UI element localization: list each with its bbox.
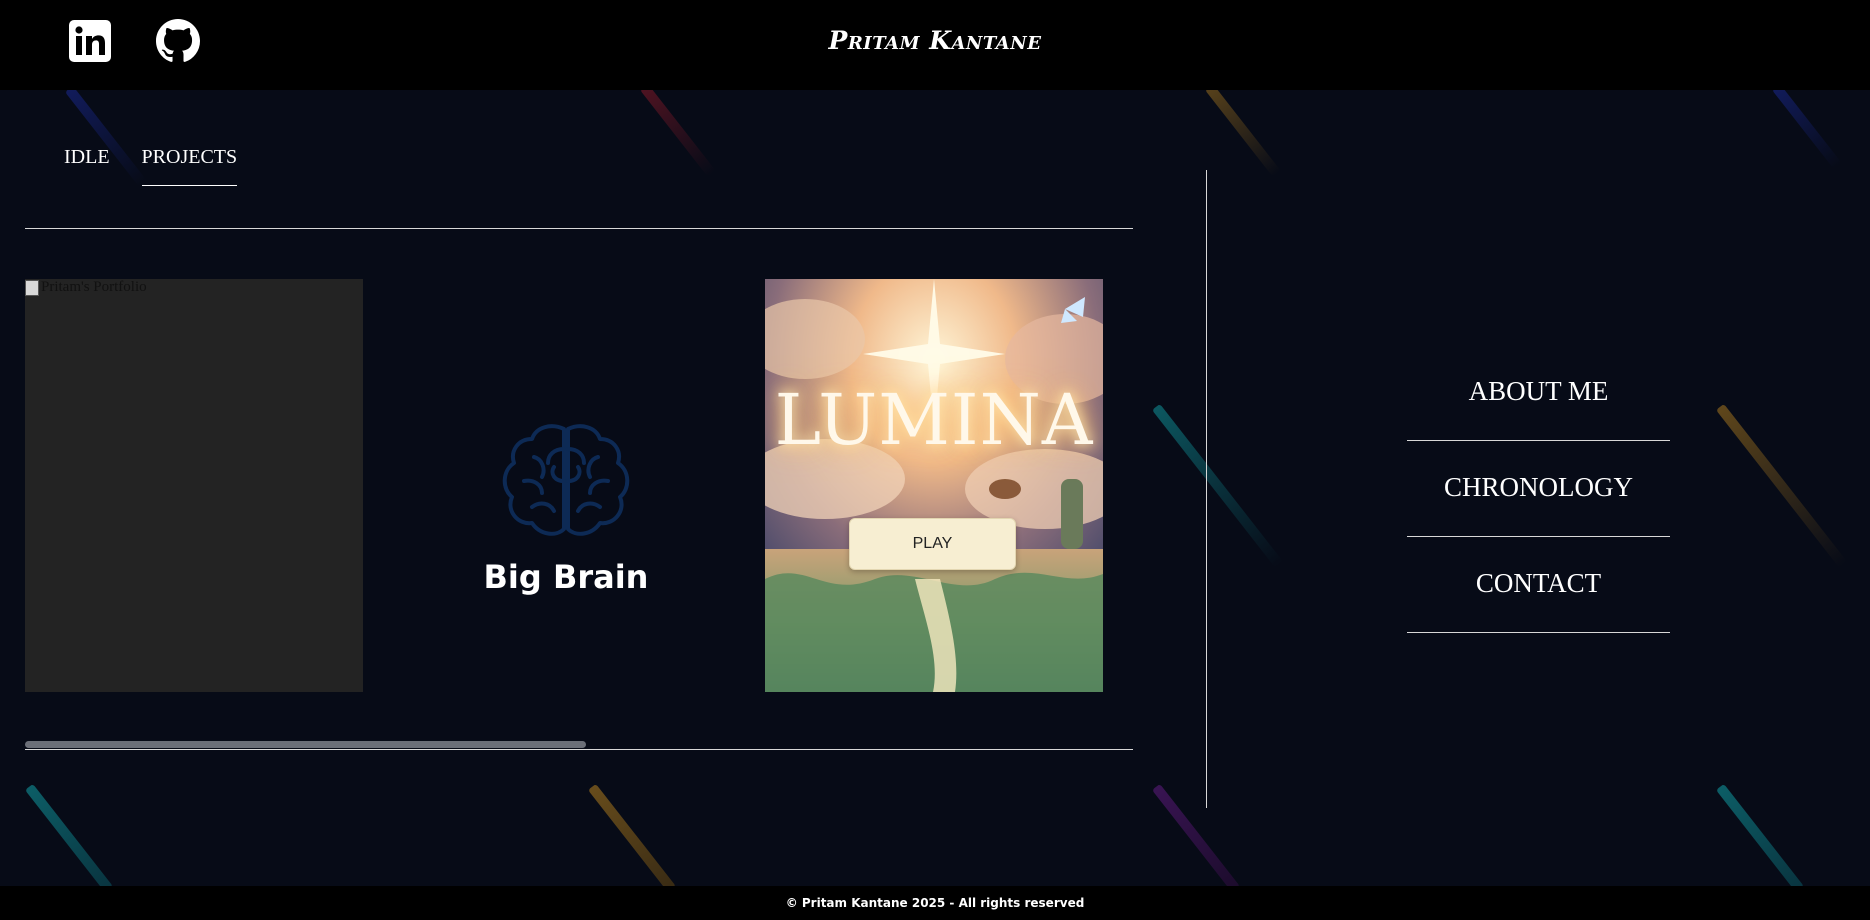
decor-streak [1772,83,1842,169]
decor-streak [1152,783,1240,893]
decor-streak [588,783,676,893]
project-card-lumina[interactable]: LUMINA PLAY [765,279,1103,692]
nav-contact[interactable]: CONTACT [1407,568,1670,599]
decor-streak [1716,783,1804,893]
nav-divider [1407,440,1670,441]
lumina-logo: LUMINA [774,379,1094,461]
decor-streak [1716,403,1848,568]
site-footer: © Pritam Kantane 2025 - All rights reser… [0,886,1870,920]
lumina-play-button[interactable]: PLAY [849,518,1016,570]
tab-bar: IDLE PROJECTS [64,146,238,186]
decor-streak [1205,83,1281,177]
brain-icon [502,424,630,536]
decor-streak [25,783,113,893]
divider-vertical [1206,170,1207,808]
nav-about-me[interactable]: ABOUT ME [1407,376,1670,407]
tab-projects[interactable]: PROJECTS [141,146,238,186]
site-brand[interactable]: Pritam Kantane [0,26,1870,55]
projects-scrollbar[interactable] [25,741,586,748]
nav-chronology[interactable]: CHRONOLOGY [1407,472,1670,503]
divider-top [25,228,1133,229]
decor-streak [1152,403,1284,568]
nav-divider [1407,536,1670,537]
project-card-portfolio[interactable]: Pritam's Portfolio [25,279,363,692]
broken-image: Pritam's Portfolio [25,279,147,296]
nav-divider [1407,632,1670,633]
decor-streak [640,83,716,177]
divider-bottom [25,749,1133,750]
site-header: Pritam Kantane [0,0,1870,90]
broken-image-icon [25,279,39,296]
broken-image-alt: Pritam's Portfolio [41,279,147,295]
tab-idle[interactable]: IDLE [64,146,110,186]
lumina-artwork [765,279,1103,692]
